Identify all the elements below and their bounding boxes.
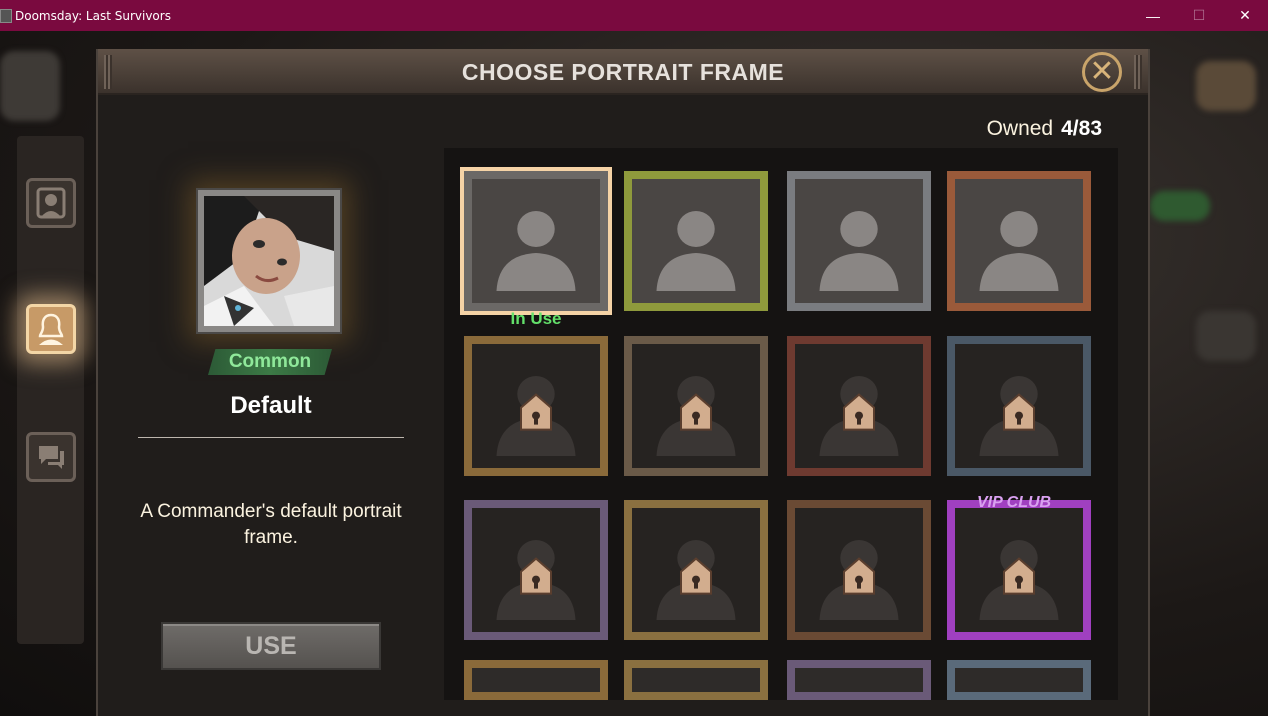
lock-icon [678,556,714,596]
use-button[interactable]: USE [161,622,381,670]
frame-tile-copper-gear[interactable] [947,171,1091,311]
dialog-close-button[interactable]: ✕ [1082,52,1122,92]
frame-description: A Commander's default portrait frame. [140,501,402,548]
portrait-silhouette-icon [807,191,911,291]
bg-blob [0,51,60,121]
frame-tile-handshake-banner[interactable] [464,336,608,476]
sidebar-item-chat[interactable] [26,432,76,482]
dialog-title: CHOOSE PORTRAIT FRAME [461,59,785,85]
frame-tile-cobweb[interactable] [787,171,931,311]
frame-tile-red-skull-grenade[interactable] [787,336,931,476]
frame-tile-partial[interactable] [787,660,931,700]
frame-tile-partial[interactable] [947,660,1091,700]
frame-grid[interactable]: In Use VIP CLUB [444,148,1118,700]
maximize-button[interactable]: ☐ [1176,0,1222,31]
frame-tile-label: VIP CLUB [977,494,1052,511]
portrait-frame-icon [36,187,66,219]
commander-portrait-image [204,196,334,326]
chat-bubble-icon [39,446,64,469]
portrait-silhouette-icon [967,191,1071,291]
portrait-silhouette-icon [484,191,588,291]
minimize-button[interactable]: — [1130,0,1176,31]
lock-icon [1001,556,1037,596]
bg-blob [1196,61,1256,111]
frame-name: Default [230,392,312,419]
app-icon [0,8,12,23]
frame-tile-blue-skull-motorbike[interactable] [947,336,1091,476]
lock-icon [841,392,877,432]
owned-count: 4/83 [1061,117,1102,140]
frame-tile-partial[interactable] [464,660,608,700]
frame-border [464,660,608,700]
window-close-button[interactable]: ✕ [1222,0,1268,31]
window-controls: — ☐ ✕ [1130,0,1268,31]
portrait-frame-dialog: CHOOSE PORTRAIT FRAME ✕ Common Default A… [96,49,1150,716]
lock-icon [1001,392,1037,432]
close-x-icon: ✕ [1089,55,1115,88]
frame-tile-default[interactable] [464,171,608,311]
bg-blob [1150,191,1210,221]
dialog-header: CHOOSE PORTRAIT FRAME ✕ [98,49,1148,95]
frame-tile-frog[interactable] [624,171,768,311]
frame-border [624,660,768,700]
lock-icon [678,392,714,432]
sidebar-item-avatar[interactable] [26,304,76,354]
frame-border [787,660,931,700]
frame-tile-vip-club[interactable]: VIP CLUB [947,494,1091,640]
portrait-silhouette-icon [644,191,748,291]
frame-border [947,171,1091,311]
frame-tile-partial[interactable] [624,660,768,700]
in-use-label: In Use [510,309,562,328]
lock-icon [841,556,877,596]
frame-border [464,171,608,311]
frame-tile-gold-mask-jet[interactable] [624,500,768,640]
divider [138,437,404,438]
portrait-preview [198,190,340,332]
person-silhouette-icon [38,313,64,345]
frame-border [624,171,768,311]
frame-border [947,660,1091,700]
window-titlebar: Doomsday: Last Survivors — ☐ ✕ [0,0,1268,31]
window-title: Doomsday: Last Survivors [15,8,171,23]
lock-icon [518,556,554,596]
rarity-badge: Common [208,349,332,375]
sidebar-item-portrait-frame[interactable] [26,178,76,228]
owned-counter: Owned 4/83 [987,117,1102,141]
lock-icon [518,392,554,432]
owned-label: Owned [986,117,1054,140]
side-rail [17,136,84,644]
frame-border [787,171,931,311]
frame-tile-purple-skull-tank[interactable] [464,500,608,640]
bg-blob [1196,311,1256,361]
frame-tile-rifle[interactable] [624,336,768,476]
frame-tile-wood-dog[interactable] [787,500,931,640]
